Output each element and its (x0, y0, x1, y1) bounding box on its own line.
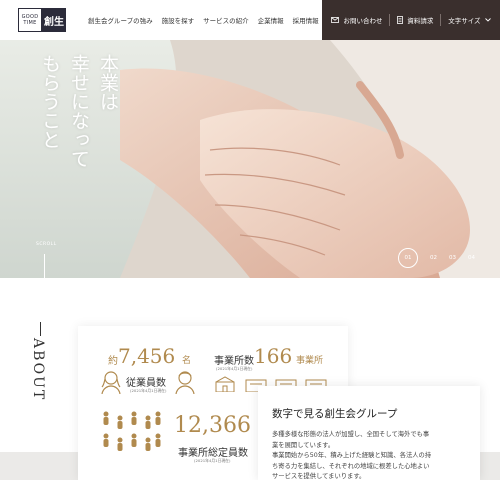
about-title: ABOUT (30, 338, 46, 402)
about-title-line (40, 322, 41, 336)
divider (440, 14, 442, 26)
info-title: 数字で見る創生会グループ (272, 408, 398, 420)
people-group-icon (103, 411, 161, 451)
font-size-label: 文字サイズ (448, 17, 481, 25)
info-body: 多種多様な形態の法人が加盟し、全国そして海外でも事 業を展開しています。 事業開… (272, 430, 466, 480)
slide-dot[interactable]: 02 (430, 255, 437, 261)
page: GOOD TIME 創生 創生会グループの強み 施設を探す サービスの紹介 企業… (0, 0, 500, 480)
about-info-card: 数字で見る創生会グループ 多種多様な形態の法人が加盟し、全国そして海外でも事 業… (258, 386, 480, 480)
logo-mark: GOOD TIME (18, 8, 42, 32)
contact-label: お問い合わせ (343, 17, 383, 25)
nav-item-recruit[interactable]: 採用情報 (293, 15, 319, 25)
info-line: サービスを提供してまいります。 (272, 473, 366, 480)
request-label: 資料請求 (407, 17, 434, 25)
employees-note: (2021年4月1日現在) (130, 388, 167, 393)
nav-item-find-facility[interactable]: 施設を探す (162, 15, 195, 25)
main-nav: 創生会グループの強み 施設を探す サービスの紹介 企業情報 採用情報 (88, 15, 319, 25)
offices-unit: 事業所 (296, 356, 324, 366)
info-line: 多種多様な形態の法人が加盟し、全国そして海外でも事 (272, 431, 430, 438)
employees-label: 従業員数 (126, 378, 166, 389)
chevron-down-icon (484, 18, 491, 22)
nav-item-company[interactable]: 企業情報 (258, 15, 284, 25)
font-size-select[interactable]: 文字サイズ (448, 15, 491, 25)
document-icon (397, 16, 404, 24)
total-capacity-value: 12,366 (174, 413, 251, 438)
logo[interactable]: GOOD TIME 創生 (18, 8, 66, 32)
total-capacity-label: 事業所総定員数 (178, 448, 248, 459)
site-header: GOOD TIME 創生 創生会グループの強み 施設を探す サービスの紹介 企業… (0, 0, 500, 40)
scroll-line (44, 254, 45, 278)
info-line: 事業開始から50年、積み上げた経験と知識、各法人の持 (272, 452, 432, 459)
nav-item-services[interactable]: サービスの紹介 (203, 15, 249, 25)
nav-item-strengths[interactable]: 創生会グループの強み (88, 15, 153, 25)
employees-prefix: 約 (108, 356, 118, 367)
scroll-label: SCROLL (36, 242, 57, 247)
request-button[interactable]: 資料請求 (397, 15, 433, 25)
offices-note: (2021年4月1日現在) (216, 366, 253, 371)
logo-kanji: 創生 (42, 8, 66, 32)
hero-catchcopy: 本業は 幸せになって もらうこと (38, 54, 119, 168)
catch-line: もらうこと (39, 54, 61, 149)
employee-male-icon (175, 371, 195, 394)
hero-slider: 本業は 幸せになって もらうこと SCROLL 01 02 03 04 (0, 40, 500, 278)
header-utility: お問い合わせ 資料請求 文字サイズ (322, 0, 500, 40)
employee-female-icon (101, 371, 121, 394)
offices-value: 166 (254, 344, 293, 368)
logo-text-bottom: TIME (23, 20, 37, 26)
contact-button[interactable]: お問い合わせ (331, 15, 382, 25)
offices-label: 事業所数 (214, 356, 254, 367)
slide-dot-active[interactable]: 01 (398, 248, 418, 268)
slide-pager: 01 02 03 04 (398, 248, 475, 268)
slide-dot[interactable]: 04 (468, 255, 475, 261)
info-line: ち寄る力を集結し、それぞれの地域に根差した心地よい (272, 462, 430, 470)
divider (389, 14, 391, 26)
employees-unit: 名 (182, 356, 192, 366)
total-capacity-note: (2021年4月1日現在) (194, 458, 231, 463)
catch-line: 本業は (97, 54, 119, 111)
mail-icon (331, 17, 340, 23)
slide-dot[interactable]: 03 (449, 255, 456, 261)
catch-line: 幸せになって (68, 54, 90, 168)
employees-value: 7,456 (118, 344, 176, 368)
info-line: 業を展開しています。 (272, 441, 335, 449)
